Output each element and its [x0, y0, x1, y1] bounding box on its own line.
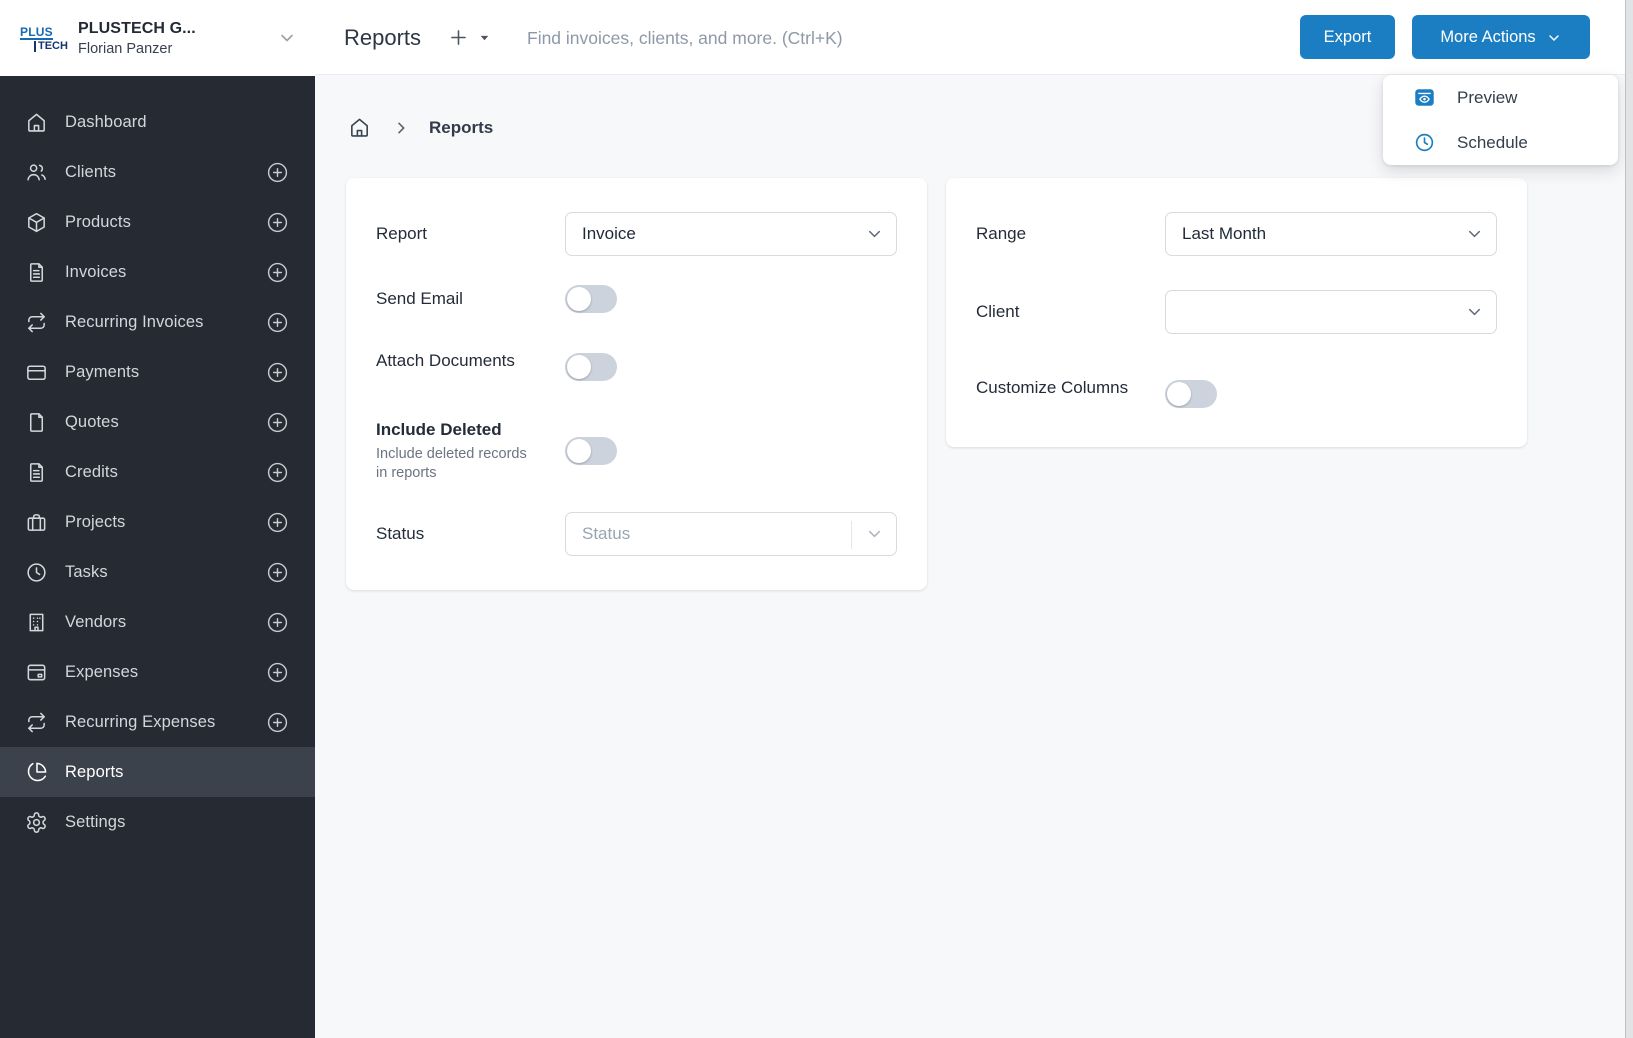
sidebar-item-quotes[interactable]: Quotes	[0, 397, 315, 447]
report-filters-card: Range Last Month Client Customize Column…	[946, 178, 1527, 447]
file-icon	[24, 410, 48, 434]
add-circle-icon[interactable]	[265, 660, 289, 684]
sidebar-item-clients[interactable]: Clients	[0, 147, 315, 197]
range-label: Range	[976, 224, 1027, 243]
include-deleted-toggle[interactable]	[565, 437, 617, 465]
company-logo: PLUS TECH	[20, 25, 68, 52]
menu-item-preview[interactable]: Preview	[1383, 75, 1618, 120]
quick-create-button[interactable]	[448, 0, 469, 75]
add-circle-icon[interactable]	[265, 410, 289, 434]
preview-icon	[1413, 87, 1435, 109]
divider	[851, 521, 852, 549]
report-select[interactable]: Invoice	[565, 212, 897, 256]
page-title: Reports	[344, 24, 422, 50]
chevron-down-icon	[1546, 30, 1562, 46]
add-circle-icon[interactable]	[265, 360, 289, 384]
sidebar-item-dashboard[interactable]: Dashboard	[0, 97, 315, 147]
menu-item-schedule[interactable]: Schedule	[1383, 120, 1618, 165]
breadcrumb: Reports	[348, 110, 493, 145]
box-icon	[24, 210, 48, 234]
chevron-right-icon	[393, 120, 409, 136]
gear-icon	[24, 810, 48, 834]
clock-icon	[24, 560, 48, 584]
add-circle-icon[interactable]	[265, 160, 289, 184]
topbar: Reports Export More Actions	[315, 0, 1625, 75]
sidebar-item-credits[interactable]: Credits	[0, 447, 315, 497]
status-label: Status	[376, 524, 425, 543]
chevron-down-icon	[1465, 225, 1484, 244]
sidebar-item-recurring-expenses[interactable]: Recurring Expenses	[0, 697, 315, 747]
include-deleted-label: Include Deleted Include deleted records …	[376, 418, 536, 483]
document-icon	[24, 260, 48, 284]
sidebar-item-invoices[interactable]: Invoices	[0, 247, 315, 297]
repeat-icon	[24, 710, 48, 734]
search-input[interactable]	[527, 18, 1147, 58]
client-label: Client	[976, 302, 1020, 321]
report-settings-card: Report Invoice Send Email Attach Documen…	[346, 178, 927, 590]
customize-columns-toggle[interactable]	[1165, 380, 1217, 408]
chevron-down-icon	[865, 525, 884, 544]
sidebar-item-products[interactable]: Products	[0, 197, 315, 247]
company-name: PLUSTECH G...	[78, 19, 196, 37]
sidebar-item-expenses[interactable]: Expenses	[0, 647, 315, 697]
add-circle-icon[interactable]	[265, 560, 289, 584]
building-icon	[24, 610, 48, 634]
range-select[interactable]: Last Month	[1165, 212, 1497, 256]
sidebar-nav: Dashboard Clients Products Invoices Recu…	[0, 76, 315, 847]
report-label: Report	[376, 224, 428, 243]
add-circle-icon[interactable]	[265, 710, 289, 734]
sidebar-item-recurring-invoices[interactable]: Recurring Invoices	[0, 297, 315, 347]
sidebar-item-tasks[interactable]: Tasks	[0, 547, 315, 597]
status-placeholder: Status	[582, 524, 631, 543]
content-area: Reports Report Invoice Send Email Attach…	[315, 75, 1625, 1038]
customize-columns-label: Customize Columns	[976, 378, 1129, 397]
home-icon	[24, 110, 48, 134]
company-switcher[interactable]: PLUS TECH PLUSTECH G... Florian Panzer	[0, 0, 315, 76]
export-button[interactable]: Export	[1300, 15, 1395, 59]
briefcase-icon	[24, 510, 48, 534]
more-actions-menu: Preview Schedule	[1383, 75, 1618, 165]
document-icon	[24, 460, 48, 484]
include-deleted-hint: Include deleted records in reports	[376, 446, 527, 481]
chevron-down-icon	[865, 225, 884, 244]
home-breadcrumb-icon[interactable]	[348, 116, 371, 139]
add-circle-icon[interactable]	[265, 610, 289, 634]
attach-documents-toggle[interactable]	[565, 353, 617, 381]
sidebar-item-settings[interactable]: Settings	[0, 797, 315, 847]
sidebar-item-payments[interactable]: Payments	[0, 347, 315, 397]
sidebar-item-projects[interactable]: Projects	[0, 497, 315, 547]
user-name: Florian Panzer	[78, 40, 173, 57]
users-icon	[24, 160, 48, 184]
quick-create-caret-icon[interactable]	[478, 0, 491, 75]
attach-documents-label: Attach Documents	[376, 351, 515, 370]
add-circle-icon[interactable]	[265, 310, 289, 334]
chevron-down-icon	[1465, 303, 1484, 322]
send-email-toggle[interactable]	[565, 285, 617, 313]
sidebar-item-vendors[interactable]: Vendors	[0, 597, 315, 647]
main-area: Reports Export More Actions Pr	[315, 0, 1625, 1038]
pie-chart-icon	[24, 760, 48, 784]
more-actions-button[interactable]: More Actions	[1412, 15, 1590, 59]
add-circle-icon[interactable]	[265, 260, 289, 284]
wallet-icon	[24, 660, 48, 684]
chevron-down-icon	[277, 28, 297, 48]
client-select[interactable]	[1165, 290, 1497, 334]
add-circle-icon[interactable]	[265, 210, 289, 234]
sidebar-item-reports[interactable]: Reports	[0, 747, 315, 797]
add-circle-icon[interactable]	[265, 510, 289, 534]
app-window: PLUS TECH PLUSTECH G... Florian Panzer D…	[0, 0, 1633, 1038]
repeat-icon	[24, 310, 48, 334]
credit-card-icon	[24, 360, 48, 384]
add-circle-icon[interactable]	[265, 460, 289, 484]
sidebar: PLUS TECH PLUSTECH G... Florian Panzer D…	[0, 0, 315, 1038]
status-multiselect[interactable]: Status	[565, 512, 897, 556]
background-window-edge	[1625, 0, 1633, 1038]
schedule-clock-icon	[1413, 132, 1435, 154]
breadcrumb-current: Reports	[429, 117, 494, 137]
send-email-label: Send Email	[376, 289, 463, 308]
